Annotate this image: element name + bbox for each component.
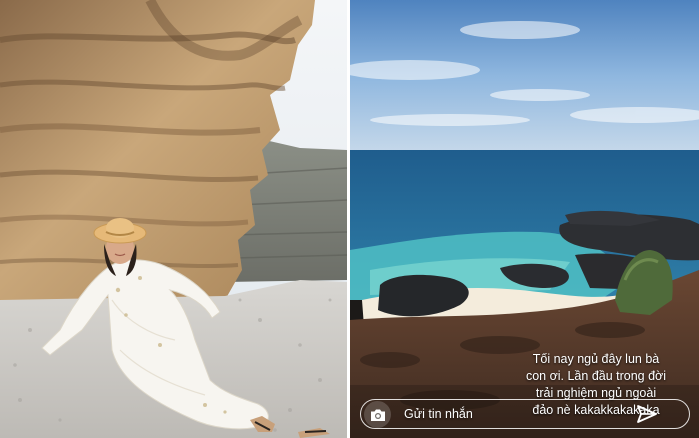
paper-plane-icon (637, 405, 657, 423)
message-input-placeholder[interactable]: Gửi tin nhắn (404, 407, 473, 421)
camera-icon (370, 409, 385, 421)
cliff-beach-photo (0, 0, 347, 438)
left-photo (0, 0, 347, 438)
caption-line-2: con ơi. Lần đầu trong đời (525, 369, 667, 383)
caption-line-1: Tối nay ngủ đây lun bà (532, 352, 660, 366)
send-button[interactable] (636, 403, 658, 425)
camera-button[interactable] (364, 401, 391, 428)
